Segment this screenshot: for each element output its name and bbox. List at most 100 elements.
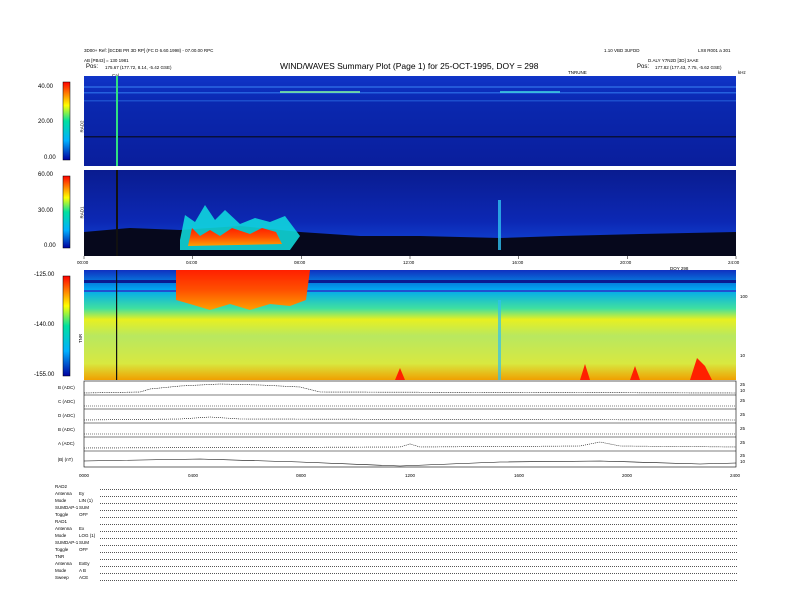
line-plot-right-tick-2a: 25 [740, 398, 746, 403]
line-plot-right-tick-1b: 10 [740, 388, 746, 393]
tnr-right-tick-100: 100 [740, 294, 748, 299]
line-plot-label-2: C (ADC) [58, 399, 75, 404]
status-label: Antenna [55, 491, 72, 496]
rad1-colorbar [62, 175, 71, 249]
rad2-band-6 [84, 136, 736, 138]
tnr-cal-line [116, 270, 118, 380]
time-tick-marks [83, 256, 737, 259]
status-value: SUM [79, 505, 89, 510]
status-label: Sweep [55, 575, 69, 580]
rad1-axis-label: RAD1 [79, 206, 85, 219]
rad2-cal-line [116, 76, 118, 166]
status-label: TNR [55, 554, 65, 559]
status-row: Toggle OFF [55, 512, 737, 519]
status-label: RAD2 [55, 484, 68, 489]
status-row: RAD2 [55, 484, 737, 491]
status-value: ACE [79, 575, 89, 580]
rad1-tick-mid: 30.00 [38, 208, 54, 214]
bottom-time-tick-0: 0000 [79, 473, 90, 478]
status-value: Ex [79, 526, 85, 531]
status-label: Mode [55, 533, 67, 538]
status-label: Mode [55, 498, 67, 503]
rad2-band-3 [280, 91, 360, 93]
status-row: Sweep ACE [55, 575, 737, 582]
status-row: RAD1 [55, 519, 737, 526]
time-tick-6: 24:00 [728, 260, 740, 265]
status-value: LIN (1) [79, 498, 93, 503]
tnr-colorbar [62, 275, 71, 377]
line-plot-label-5: A (ADC) [58, 441, 75, 446]
rad2-band-4 [500, 91, 560, 93]
status-row: Mode LIN (1) [55, 498, 737, 505]
bottom-time-tick-3: 1200 [405, 473, 416, 478]
tnr-axis-label: TNR [78, 333, 84, 344]
rad1-tick-top: 60.00 [38, 172, 54, 178]
time-tick-3: 12:00 [403, 260, 415, 265]
rad1-panel [62, 170, 736, 256]
status-value: SUM [79, 540, 89, 545]
bottom-time-tick-4: 1600 [514, 473, 525, 478]
line-plot-right-tick-5a: 25 [740, 440, 746, 445]
status-row: Antenna ExEy [55, 561, 737, 568]
status-row: TNR [55, 554, 737, 561]
status-row: SUMDAP-1 SUM [55, 540, 737, 547]
status-label: RAD1 [55, 519, 68, 524]
time-tick-5: 20:00 [620, 260, 632, 265]
line-plot-label-6: |B| (nT) [58, 457, 73, 462]
tnr-tick-top: -125.00 [34, 272, 55, 278]
tnr-tick-bot: -155.00 [34, 372, 55, 378]
time-tick-4: 16:00 [512, 260, 524, 265]
status-value: ExEy [79, 561, 90, 566]
line-plot-label-4: B (ADC) [58, 427, 75, 432]
status-row: Antenna Ex [55, 526, 737, 533]
time-axis-right-label: DOY 298 [670, 266, 689, 271]
rad2-colorbar [62, 81, 71, 161]
rad2-spectrogram [84, 76, 736, 166]
status-value: OFF [79, 512, 88, 517]
line-plot-right-tick-6a: 25 [740, 453, 746, 458]
line-plot-right-tick-4a: 25 [740, 426, 746, 431]
tnr-burst [176, 270, 310, 310]
status-label: Toggle [55, 512, 69, 517]
rad2-band-1 [84, 86, 736, 88]
rad2-panel [62, 76, 736, 166]
time-tick-1: 04:00 [186, 260, 198, 265]
status-row: Antenna Ey [55, 491, 737, 498]
rad2-band-2 [84, 92, 736, 94]
tnr-right-tick-10: 10 [740, 353, 746, 358]
line-plot-label-1: B (ADC) [58, 385, 75, 390]
rad1-tick-bot: 0.00 [44, 243, 56, 249]
status-label: SUMDAP-1 [55, 505, 79, 510]
status-label: Antenna [55, 561, 72, 566]
bottom-time-tick-5: 2000 [622, 473, 633, 478]
status-row: Toggle OFF [55, 547, 737, 554]
rad2-band-5 [84, 100, 736, 102]
status-row: SUMDAP-1 SUM [55, 505, 737, 512]
time-tick-2: 08:00 [294, 260, 306, 265]
line-plot-right-tick-1a: 25 [740, 382, 746, 387]
tnr-panel [62, 270, 736, 380]
line-plot-label-3: D (ADC) [58, 413, 75, 418]
line-plots-frame [83, 380, 737, 468]
tnr-tick-mid: -140.00 [34, 322, 55, 328]
status-row: Mode LOG (1) [55, 533, 737, 540]
status-label: SUMDAP-1 [55, 540, 79, 545]
status-value: OFF [79, 547, 88, 552]
status-label: Antenna [55, 526, 72, 531]
status-value: A B [79, 568, 87, 573]
line-plot-right-tick-6b: 10 [740, 459, 746, 464]
line-plots [83, 380, 737, 468]
rad1-spike [498, 200, 501, 250]
bottom-time-tick-6: 2400 [730, 473, 741, 478]
status-value: Ey [79, 491, 85, 496]
rad2-axis-label: RAD2 [79, 120, 85, 133]
rad2-tick-bot: 0.00 [44, 155, 56, 161]
line-plot-right-tick-3a: 25 [740, 412, 746, 417]
rad1-cal-line [116, 170, 118, 256]
status-value: LOG (1) [79, 533, 96, 538]
time-tick-0: 00:00 [77, 260, 89, 265]
status-label: Mode [55, 568, 67, 573]
status-row: Mode A B [55, 568, 737, 575]
rad2-tick-top: 40.00 [38, 84, 54, 90]
tnr-spike [498, 300, 501, 380]
